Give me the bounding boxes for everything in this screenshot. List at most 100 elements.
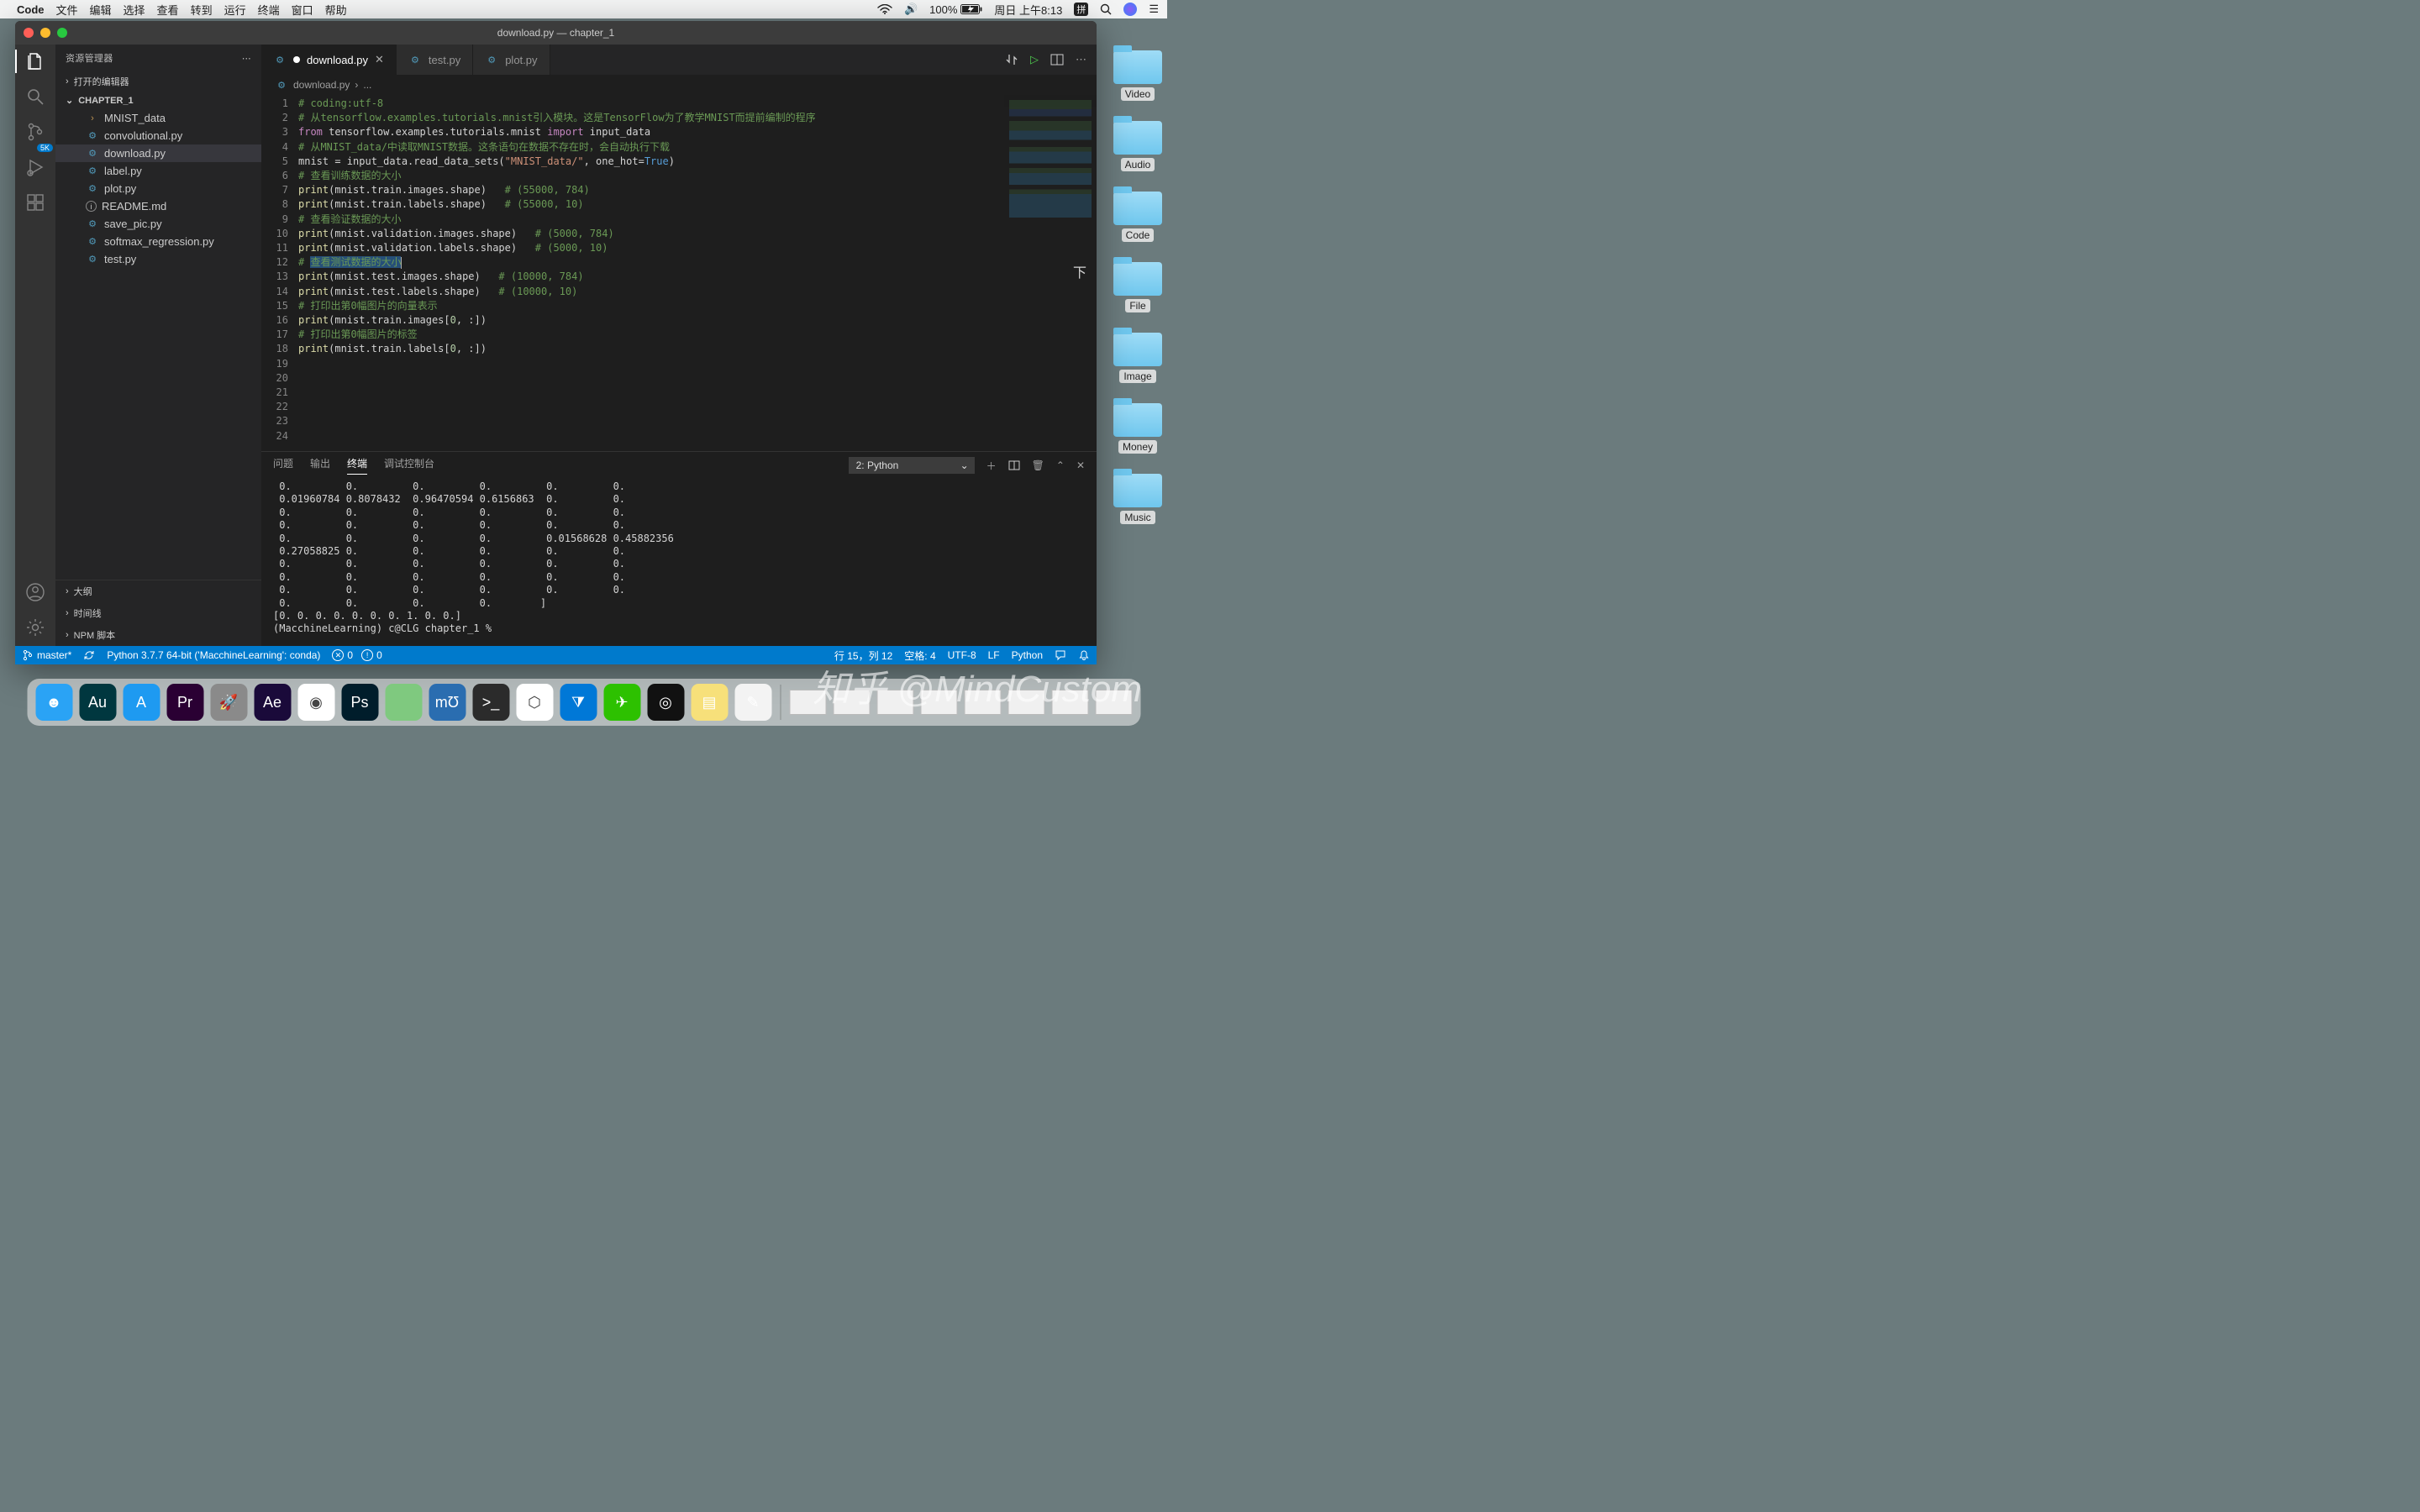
input-method-icon[interactable]: 拼 [1074, 3, 1088, 16]
macos-dock[interactable]: ☻AuAPr🚀Ae◉Ps mƱ>_⬡⧩✈◎▤✎ [27, 679, 1140, 726]
dock-app-chrome[interactable]: ◉ [297, 684, 334, 721]
run-file-icon[interactable]: ▷ [1030, 53, 1039, 66]
extensions-icon[interactable] [25, 192, 45, 213]
desktop-folder[interactable]: Image [1113, 333, 1162, 383]
desktop-folder[interactable]: File [1113, 262, 1162, 312]
breadcrumb-file[interactable]: download.py [293, 79, 350, 91]
menubar-datetime[interactable]: 周日 上午8:13 [994, 2, 1062, 18]
dock-app-notes[interactable]: ▤ [691, 684, 728, 721]
desktop-folder[interactable]: Video [1113, 50, 1162, 101]
desktop-folder[interactable]: Music [1113, 474, 1162, 524]
editor-tab[interactable]: ⚙download.py✕ [261, 45, 397, 75]
window-titlebar[interactable]: download.py — chapter_1 [15, 21, 1097, 45]
desktop-folder[interactable]: Audio [1113, 121, 1162, 171]
run-debug-icon[interactable] [25, 157, 45, 177]
panel-tab[interactable]: 终端 [347, 456, 367, 475]
menubar-item[interactable]: 文件 [56, 4, 78, 17]
problems-status[interactable]: ✕0 !0 [332, 649, 381, 661]
close-tab-icon[interactable]: ✕ [375, 53, 384, 66]
dock-app-textedit[interactable]: ✎ [734, 684, 771, 721]
sidebar-more-icon[interactable]: ⋯ [242, 53, 251, 64]
tree-file[interactable]: ⚙label.py [55, 162, 261, 180]
wifi-icon[interactable] [877, 4, 892, 14]
notification-center-icon[interactable]: ☰ [1149, 3, 1159, 16]
accounts-icon[interactable] [25, 582, 45, 602]
language-mode-status[interactable]: Python [1012, 649, 1043, 661]
menubar-item[interactable]: 转到 [191, 4, 213, 17]
dock-minimized-window[interactable] [964, 690, 1001, 715]
tree-file[interactable]: ⚙plot.py [55, 180, 261, 197]
open-editors-section[interactable]: › 打开的编辑器 [55, 71, 261, 92]
dock-app-wechat[interactable]: ✈ [603, 684, 640, 721]
close-panel-icon[interactable]: ✕ [1076, 459, 1085, 471]
dock-minimized-window[interactable] [1095, 690, 1132, 715]
tree-file[interactable]: ⚙download.py [55, 144, 261, 162]
menubar-item[interactable]: 运行 [224, 4, 246, 17]
sidebar-section[interactable]: ›时间线 [55, 602, 261, 624]
terminal-output[interactable]: 0. 0. 0. 0. 0. 0. 0.01960784 0.8078432 0… [261, 479, 1097, 646]
menubar-item[interactable]: 编辑 [90, 4, 112, 17]
encoding-status[interactable]: UTF-8 [948, 649, 976, 661]
dock-app-aftereffects[interactable]: Ae [254, 684, 291, 721]
dock-app-premiere[interactable]: Pr [166, 684, 203, 721]
tree-file[interactable]: ⚙convolutional.py [55, 127, 261, 144]
new-terminal-icon[interactable]: ＋ [986, 459, 997, 473]
dock-app-finder[interactable]: ☻ [35, 684, 72, 721]
dock-minimized-window[interactable] [920, 690, 957, 715]
dock-app-terminal[interactable]: >_ [472, 684, 509, 721]
dock-minimized-window[interactable] [1051, 690, 1088, 715]
tree-file[interactable]: ⚙softmax_regression.py [55, 233, 261, 250]
breadcrumb[interactable]: ⚙ download.py › ... [261, 75, 1097, 95]
editor-more-icon[interactable]: ⋯ [1076, 53, 1086, 66]
dock-minimized-window[interactable] [833, 690, 870, 715]
siri-icon[interactable] [1123, 3, 1137, 16]
split-editor-icon[interactable] [1050, 53, 1064, 66]
dock-minimized-window[interactable] [876, 690, 913, 715]
dock-app-launchpad[interactable]: 🚀 [210, 684, 247, 721]
dock-app-ollama[interactable]: ◎ [647, 684, 684, 721]
dock-app-appstore[interactable]: A [123, 684, 160, 721]
git-branch-status[interactable]: master* [22, 649, 71, 661]
dock-app-musescore[interactable]: mƱ [429, 684, 466, 721]
eol-status[interactable]: LF [988, 649, 1000, 661]
settings-gear-icon[interactable] [25, 617, 45, 638]
explorer-icon[interactable] [25, 51, 45, 71]
menubar-item[interactable]: 查看 [157, 4, 179, 17]
dock-app-photoshop[interactable]: Ps [341, 684, 378, 721]
menubar-item[interactable]: 终端 [258, 4, 280, 17]
editor-tab[interactable]: ⚙test.py [397, 45, 473, 75]
battery-indicator[interactable]: 100% [929, 3, 982, 16]
panel-tab[interactable]: 调试控制台 [384, 456, 434, 475]
desktop-folder[interactable]: Money [1113, 403, 1162, 454]
editor-tab[interactable]: ⚙plot.py [473, 45, 550, 75]
dock-minimized-window[interactable] [1007, 690, 1044, 715]
window-minimize-button[interactable] [40, 28, 50, 38]
dock-app-vscode[interactable]: ⧩ [560, 684, 597, 721]
python-interpreter-status[interactable]: Python 3.7.7 64-bit ('MacchineLearning':… [107, 649, 320, 661]
dock-app-audition[interactable]: Au [79, 684, 116, 721]
compare-changes-icon[interactable] [1005, 53, 1018, 66]
spotlight-icon[interactable] [1100, 3, 1112, 15]
split-terminal-icon[interactable] [1008, 459, 1020, 471]
tree-file[interactable]: ⚙save_pic.py [55, 215, 261, 233]
notifications-icon[interactable] [1078, 649, 1090, 661]
feedback-icon[interactable] [1055, 649, 1066, 661]
panel-tab[interactable]: 输出 [310, 456, 330, 475]
breadcrumb-symbol[interactable]: ... [363, 79, 371, 91]
dock-minimized-window[interactable] [789, 690, 826, 715]
indentation-status[interactable]: 空格: 4 [904, 648, 935, 663]
sync-status[interactable] [83, 649, 95, 661]
dock-app-hex-yellow[interactable]: ⬡ [516, 684, 553, 721]
panel-tab[interactable]: 问题 [273, 456, 293, 475]
tree-folder[interactable]: ›MNIST_data [55, 109, 261, 127]
window-close-button[interactable] [24, 28, 34, 38]
search-icon[interactable] [25, 87, 45, 107]
dock-app-green-circle[interactable] [385, 684, 422, 721]
menubar-item[interactable]: 窗口 [292, 4, 313, 17]
source-control-icon[interactable] [25, 122, 45, 142]
tree-file[interactable]: ⚙test.py [55, 250, 261, 268]
kill-terminal-icon[interactable]: 🗑 [1032, 459, 1044, 471]
maximize-panel-icon[interactable]: ⌃ [1056, 459, 1065, 471]
window-fullscreen-button[interactable] [57, 28, 67, 38]
menubar-item[interactable]: 帮助 [325, 4, 347, 17]
